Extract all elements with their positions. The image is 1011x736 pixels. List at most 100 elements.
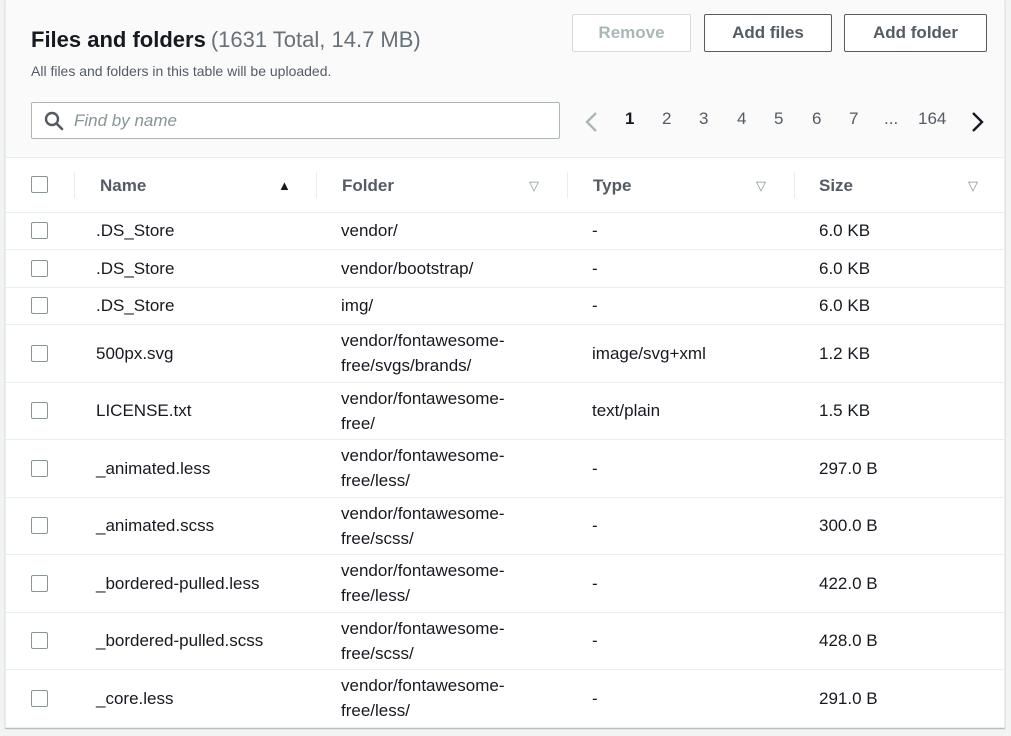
row-select-cell: [6, 612, 74, 670]
table-row[interactable]: 500px.svg vendor/fontawesome-free/svgs/br…: [6, 324, 1004, 383]
sort-caret-icon: ▽: [756, 178, 766, 193]
page-6[interactable]: 6: [812, 109, 821, 129]
row-select-cell: [6, 554, 74, 613]
folder-path-line: free/less/: [341, 701, 410, 721]
select-all-header: [6, 158, 74, 213]
folder-path-line: vendor/bootstrap/: [341, 258, 474, 278]
row-checkbox[interactable]: [31, 344, 48, 362]
row-checkbox[interactable]: [31, 632, 48, 650]
row-select-cell: [6, 439, 74, 498]
column-label-size: Size: [819, 176, 854, 195]
folder-path-line: free/less/: [341, 586, 410, 606]
folder-path-line: vendor/fontawesome-: [341, 618, 505, 638]
column-label-name: Name: [100, 176, 147, 195]
folder-cell: vendor/fontawesome-free/scss/: [316, 497, 567, 555]
folder-path-line: vendor/fontawesome-: [341, 676, 505, 696]
row-checkbox[interactable]: [31, 402, 48, 420]
type-cell: -: [567, 669, 794, 728]
row-select-cell: [6, 324, 74, 383]
size-cell: 6.0 KB: [794, 212, 1004, 250]
size-cell: 297.0 B: [794, 439, 1004, 498]
table-row[interactable]: .DS_Store vendor/bootstrap/ -6.0 KB: [6, 249, 1004, 288]
size-cell: 422.0 B: [794, 554, 1004, 613]
page-title: Files and folders (1631 Total, 14.7 MB): [31, 27, 421, 53]
add-folder-button[interactable]: Add folder: [844, 14, 987, 52]
row-checkbox[interactable]: [31, 517, 48, 535]
folder-path-line: free/: [341, 413, 376, 433]
row-select-cell: [6, 669, 74, 728]
folder-path-line: vendor/fontawesome-: [341, 331, 505, 351]
file-name-cell: _bordered-pulled.less: [74, 554, 316, 613]
folder-cell: img/: [316, 287, 567, 325]
row-checkbox[interactable]: [31, 297, 48, 315]
column-header-folder[interactable]: Folder ▽: [316, 158, 567, 213]
table-header-row: Name ▲ Folder ▽ Type ▽ Size ▽: [6, 158, 1004, 213]
files-table: Name ▲ Folder ▽ Type ▽ Size ▽ .DS_Store …: [6, 158, 1004, 728]
type-cell: -: [567, 554, 794, 613]
size-cell: 291.0 B: [794, 669, 1004, 728]
column-header-type[interactable]: Type ▽: [567, 158, 794, 213]
page-2[interactable]: 2: [662, 109, 671, 129]
folder-path-line: vendor/fontawesome-: [341, 503, 505, 523]
row-select-cell: [6, 212, 74, 250]
previous-page-icon[interactable]: [584, 111, 600, 133]
folder-cell: vendor/: [316, 212, 567, 250]
table-row[interactable]: _core.less vendor/fontawesome-free/less/-…: [6, 669, 1004, 728]
select-all-checkbox[interactable]: [31, 176, 48, 193]
folder-path-line: vendor/fontawesome-: [341, 446, 505, 466]
table-row[interactable]: _bordered-pulled.less vendor/fontawesome-…: [6, 554, 1004, 613]
file-name-cell: _animated.less: [74, 439, 316, 498]
page-164[interactable]: 164: [918, 109, 946, 129]
folder-path-line: vendor/fontawesome-: [341, 561, 505, 581]
table-row[interactable]: _bordered-pulled.scss vendor/fontawesome-…: [6, 612, 1004, 670]
sort-caret-icon: ▽: [968, 178, 978, 193]
page-3[interactable]: 3: [699, 109, 708, 129]
size-cell: 1.5 KB: [794, 382, 1004, 440]
type-cell: -: [567, 612, 794, 670]
folder-cell: vendor/bootstrap/: [316, 249, 567, 288]
folder-cell: vendor/fontawesome-free/less/: [316, 439, 567, 498]
row-select-cell: [6, 497, 74, 555]
row-checkbox[interactable]: [31, 259, 48, 277]
type-cell: text/plain: [567, 382, 794, 440]
type-cell: -: [567, 497, 794, 555]
folder-path-line: free/less/: [341, 471, 410, 491]
table-row[interactable]: _animated.less vendor/fontawesome-free/le…: [6, 439, 1004, 498]
table-row[interactable]: _animated.scss vendor/fontawesome-free/sc…: [6, 497, 1004, 555]
folder-cell: vendor/fontawesome-free/: [316, 382, 567, 440]
file-name-cell: _animated.scss: [74, 497, 316, 555]
table-row[interactable]: .DS_Store vendor/ -6.0 KB: [6, 212, 1004, 250]
folder-cell: vendor/fontawesome-free/less/: [316, 554, 567, 613]
column-header-name[interactable]: Name ▲: [74, 158, 316, 213]
page-5[interactable]: 5: [774, 109, 783, 129]
row-checkbox[interactable]: [31, 222, 48, 240]
size-cell: 6.0 KB: [794, 287, 1004, 325]
type-cell: -: [567, 439, 794, 498]
file-name-cell: 500px.svg: [74, 324, 316, 383]
sort-caret-icon: ▽: [529, 178, 539, 193]
row-select-cell: [6, 287, 74, 325]
row-checkbox[interactable]: [31, 689, 48, 707]
folder-path-line: vendor/: [341, 221, 398, 241]
folder-path-line: free/scss/: [341, 643, 414, 663]
search-box[interactable]: [31, 102, 560, 139]
search-input[interactable]: [74, 107, 544, 134]
file-name-cell: LICENSE.txt: [74, 382, 316, 440]
page-4[interactable]: 4: [737, 109, 746, 129]
type-cell: -: [567, 249, 794, 288]
column-header-size[interactable]: Size ▽: [794, 158, 1004, 213]
panel-header: Files and folders (1631 Total, 14.7 MB) A…: [6, 0, 1004, 158]
page-1[interactable]: 1: [625, 109, 634, 129]
row-checkbox[interactable]: [31, 574, 48, 592]
remove-button[interactable]: Remove: [572, 14, 691, 52]
header-description: All files and folders in this table will…: [31, 63, 332, 79]
add-files-button[interactable]: Add files: [704, 14, 832, 52]
next-page-icon[interactable]: [969, 111, 985, 133]
table-row[interactable]: LICENSE.txt vendor/fontawesome-free/text/…: [6, 382, 1004, 440]
row-checkbox[interactable]: [31, 459, 48, 477]
folder-cell: vendor/fontawesome-free/scss/: [316, 612, 567, 670]
table-row[interactable]: .DS_Store img/ -6.0 KB: [6, 287, 1004, 325]
type-cell: -: [567, 212, 794, 250]
page-7[interactable]: 7: [849, 109, 858, 129]
file-name-cell: .DS_Store: [74, 287, 316, 325]
